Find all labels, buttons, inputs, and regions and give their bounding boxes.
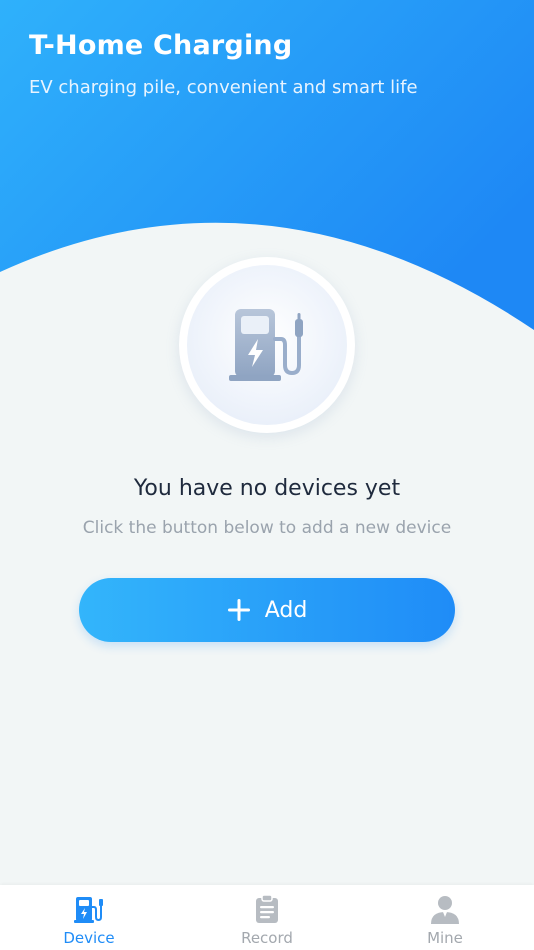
app-title: T-Home Charging	[29, 30, 293, 61]
empty-state-title: You have no devices yet	[133, 476, 401, 501]
app-screen: T-Home Charging EV charging pile, conven…	[0, 0, 534, 950]
tab-mine-label: Mine	[427, 929, 463, 947]
empty-device-illustration	[179, 257, 355, 433]
add-button-label: Add	[264, 597, 308, 623]
tab-record-label: Record	[241, 929, 293, 947]
tab-record[interactable]: Record	[178, 885, 356, 950]
empty-state-hint: Click the button below to add a new devi…	[82, 518, 452, 538]
app-subtitle: EV charging pile, convenient and smart l…	[29, 77, 418, 98]
plus-icon	[227, 599, 250, 621]
clipboard-icon	[256, 894, 278, 923]
tab-device[interactable]: Device	[0, 885, 178, 950]
illustration-backdrop	[187, 265, 347, 425]
charging-pump-icon	[229, 309, 303, 381]
charging-pile-icon	[74, 897, 103, 923]
tab-device-label: Device	[63, 929, 115, 947]
person-icon	[431, 896, 459, 924]
tab-mine[interactable]: Mine	[356, 885, 534, 950]
add-device-button[interactable]: Add	[79, 578, 455, 642]
bottom-tab-bar: Device Record Mine	[0, 885, 534, 950]
